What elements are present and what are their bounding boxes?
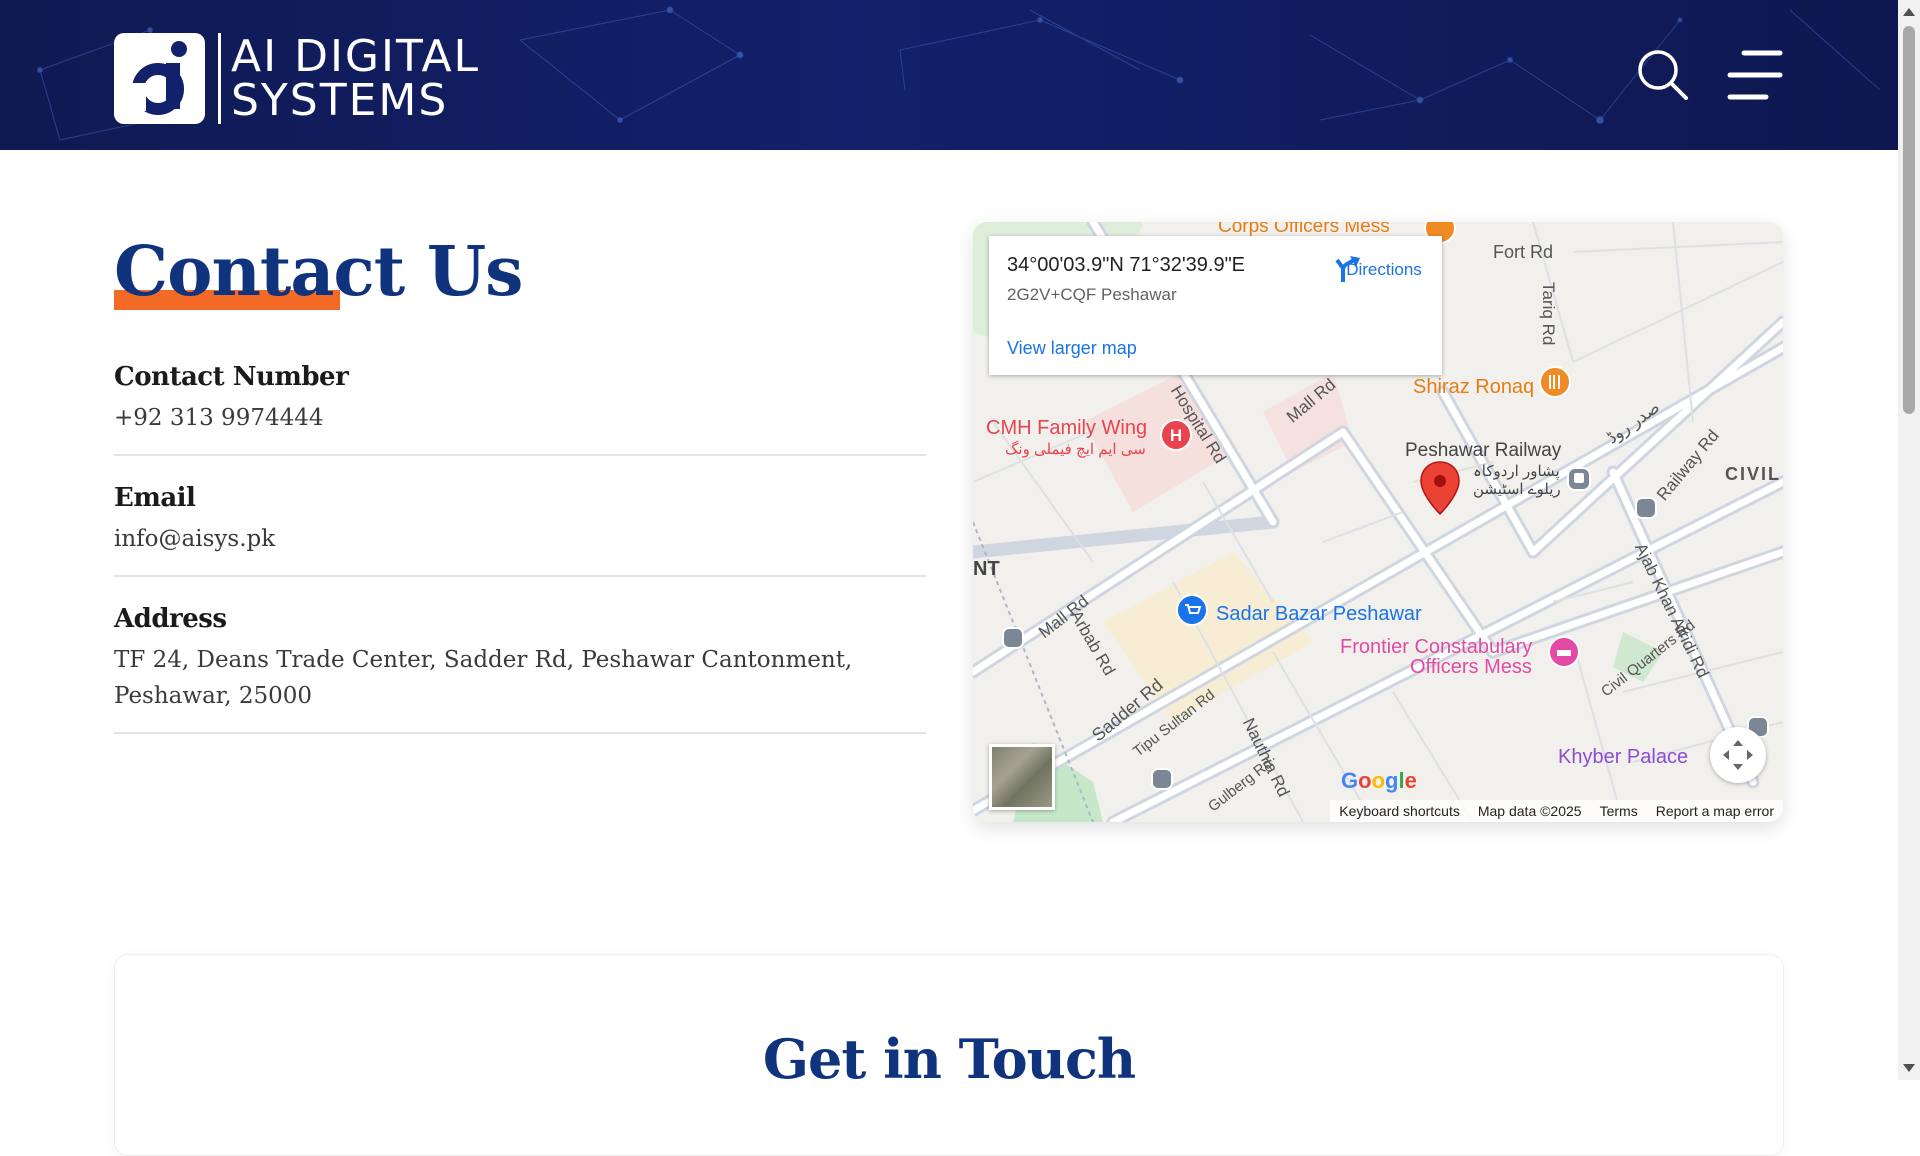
map-label-railway-urdu-2: ریلوے اسٹیشن [1473,481,1561,498]
map-label-nt: NT [973,558,1000,580]
map-label-cmh: CMH Family Wing [986,417,1148,439]
map-label-tariq-rd: Tariq Rd [1539,282,1558,346]
address-value: TF 24, Deans Trade Center, Sadder Rd, Pe… [114,647,853,709]
menu-button[interactable] [1726,48,1784,102]
map-data-label: Map data ©2025 [1477,803,1582,819]
map-label-cmh-urdu: سی ایم ایچ فیملی ونگ [1005,441,1146,458]
google-logo: Google [1341,768,1417,793]
terms-link[interactable]: Terms [1591,803,1647,819]
scrollbar-thumb[interactable] [1903,26,1915,414]
embedded-map[interactable]: H Corps Officers Mess Fort Rd Tariq Rd S… [973,222,1783,822]
map-info-card: 34°00'03.9"N 71°32'39.9"E 2G2V+CQF Pesha… [989,236,1442,375]
logo-line-2: SYSTEMS [231,74,449,126]
keyboard-shortcuts-link[interactable]: Keyboard shortcuts [1330,803,1469,819]
map-label-railway-station: Peshawar Railway [1405,440,1562,461]
bus-stop-icon[interactable] [1001,626,1025,650]
train-station-icon[interactable] [1566,466,1592,492]
map-plus-code: 2G2V+CQF Peshawar [1007,285,1177,304]
map-footer: Keyboard shortcuts Map data ©2025 Terms … [1330,800,1783,822]
map-label-sadar-bazar: Sadar Bazar Peshawar [1216,603,1422,625]
email-block: Email info@aisys.pk [114,483,926,577]
logo-divider [218,33,221,124]
logo-line-1: AI DIGITAL [231,30,481,82]
contact-number-label: Contact Number [114,362,349,392]
map-label-frontier-2: Officers Mess [1410,656,1532,678]
satellite-layer-toggle[interactable] [989,744,1055,810]
get-in-touch-card: Get in Touch [114,954,1784,1156]
logo-wordmark: AI DIGITAL SYSTEMS [231,30,481,126]
contact-number-value[interactable]: +92 313 9974444 [114,400,926,436]
svg-text:H: H [1170,426,1182,445]
restaurant-icon[interactable] [1539,366,1571,398]
page-scrollbar[interactable] [1898,0,1920,1080]
get-in-touch-title: Get in Touch [762,1027,1136,1091]
address-label: Address [114,604,227,634]
map-label-khyber: Khyber Palace [1558,746,1689,768]
location-pin-icon[interactable] [1419,460,1461,516]
email-value[interactable]: info@aisys.pk [114,521,926,557]
email-label: Email [114,483,196,513]
hamburger-menu-icon [1727,50,1783,100]
fullscreen-button[interactable] [1710,727,1766,783]
shopping-cart-icon[interactable] [1176,594,1208,626]
map-label-civil: CIVIL [1725,464,1782,484]
fullscreen-icon [1723,740,1753,770]
site-header: AI DIGITAL SYSTEMS [0,0,1898,150]
report-map-error-link[interactable]: Report a map error [1647,803,1783,819]
map-label-railway-urdu-1: پشاور اردوکاہ [1473,463,1560,480]
contact-number-block: Contact Number +92 313 9974444 [114,362,926,456]
logo-mark-icon [114,33,205,124]
bus-stop-icon-2[interactable] [1634,496,1658,520]
scroll-up-arrow-icon[interactable] [1903,8,1915,16]
directions-icon [1335,256,1360,282]
map-coordinates: 34°00'03.9"N 71°32'39.9"E [1007,254,1246,276]
map-label-shiraz: Shiraz Ronaq [1413,376,1535,398]
scroll-down-arrow-icon[interactable] [1903,1064,1915,1072]
search-button[interactable] [1636,48,1690,102]
address-block: Address TF 24, Deans Trade Center, Sadde… [114,604,926,734]
search-icon [1638,50,1688,100]
site-logo[interactable]: AI DIGITAL SYSTEMS [114,33,480,124]
directions-button[interactable]: Directions [1334,254,1434,282]
bus-stop-icon-3[interactable] [1150,767,1174,791]
map-label-fort-rd: Fort Rd [1493,242,1554,262]
lodging-icon[interactable] [1548,636,1580,668]
view-larger-map-link[interactable]: View larger map [1007,338,1137,359]
page-title: Contact Us [114,232,523,312]
